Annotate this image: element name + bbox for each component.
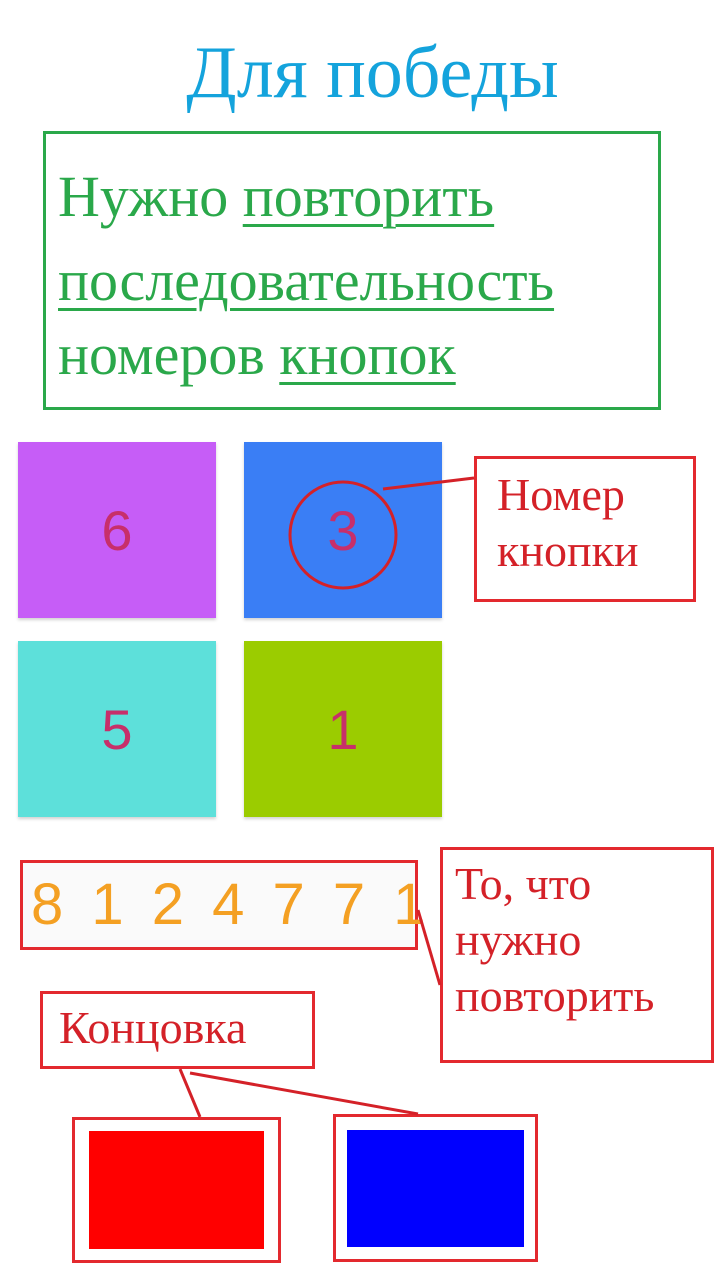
tile-number: 5 [101,697,133,761]
tile-button-3[interactable]: 3 [244,442,442,618]
ending-red-fill [89,1131,264,1249]
annotation-text: повторить [455,970,655,1021]
instructions-text: номеров [58,322,280,387]
connector-line [189,1071,419,1116]
tile-number: 6 [101,498,133,562]
tile-number: 1 [327,697,359,761]
instructions-underlined-text: последовательность [58,248,555,313]
annotation-text: кнопки [497,525,639,576]
sequence-display: 8 1 2 4 7 7 1 [20,860,425,950]
annotation-text: Номер [497,469,625,520]
instructions-box: Нужно повторить последовательность номер… [43,131,661,410]
annotation-text: нужно [455,914,582,965]
instructions-line-3: номеров кнопок [58,320,456,390]
sequence-text: 8 1 2 4 7 7 1 [31,872,432,937]
instructions-line-1: Нужно повторить [58,162,494,232]
instructions-line-2: последовательность [58,246,554,316]
instructions-text: Нужно [58,164,243,229]
tile-number: 3 [327,498,359,562]
annotation-to-repeat: То, что нужно повторить [440,847,714,1063]
annotation-button-number: Номер кнопки [474,456,696,602]
tile-button-5[interactable]: 5 [18,641,216,817]
instructions-underlined-text: кнопок [279,322,456,387]
ending-blue-square [333,1114,538,1262]
annotation-text: То, что [455,858,592,909]
instructions-underlined-text: повторить [242,164,495,229]
ending-red-square [72,1117,281,1263]
annotation-ending: Концовка [40,991,315,1069]
connector-line [178,1068,202,1118]
annotation-text: Концовка [59,1002,247,1053]
tile-button-6[interactable]: 6 [18,442,216,618]
ending-blue-fill [347,1130,524,1247]
tile-button-1[interactable]: 1 [244,641,442,817]
page-title: Для победы [186,32,559,114]
